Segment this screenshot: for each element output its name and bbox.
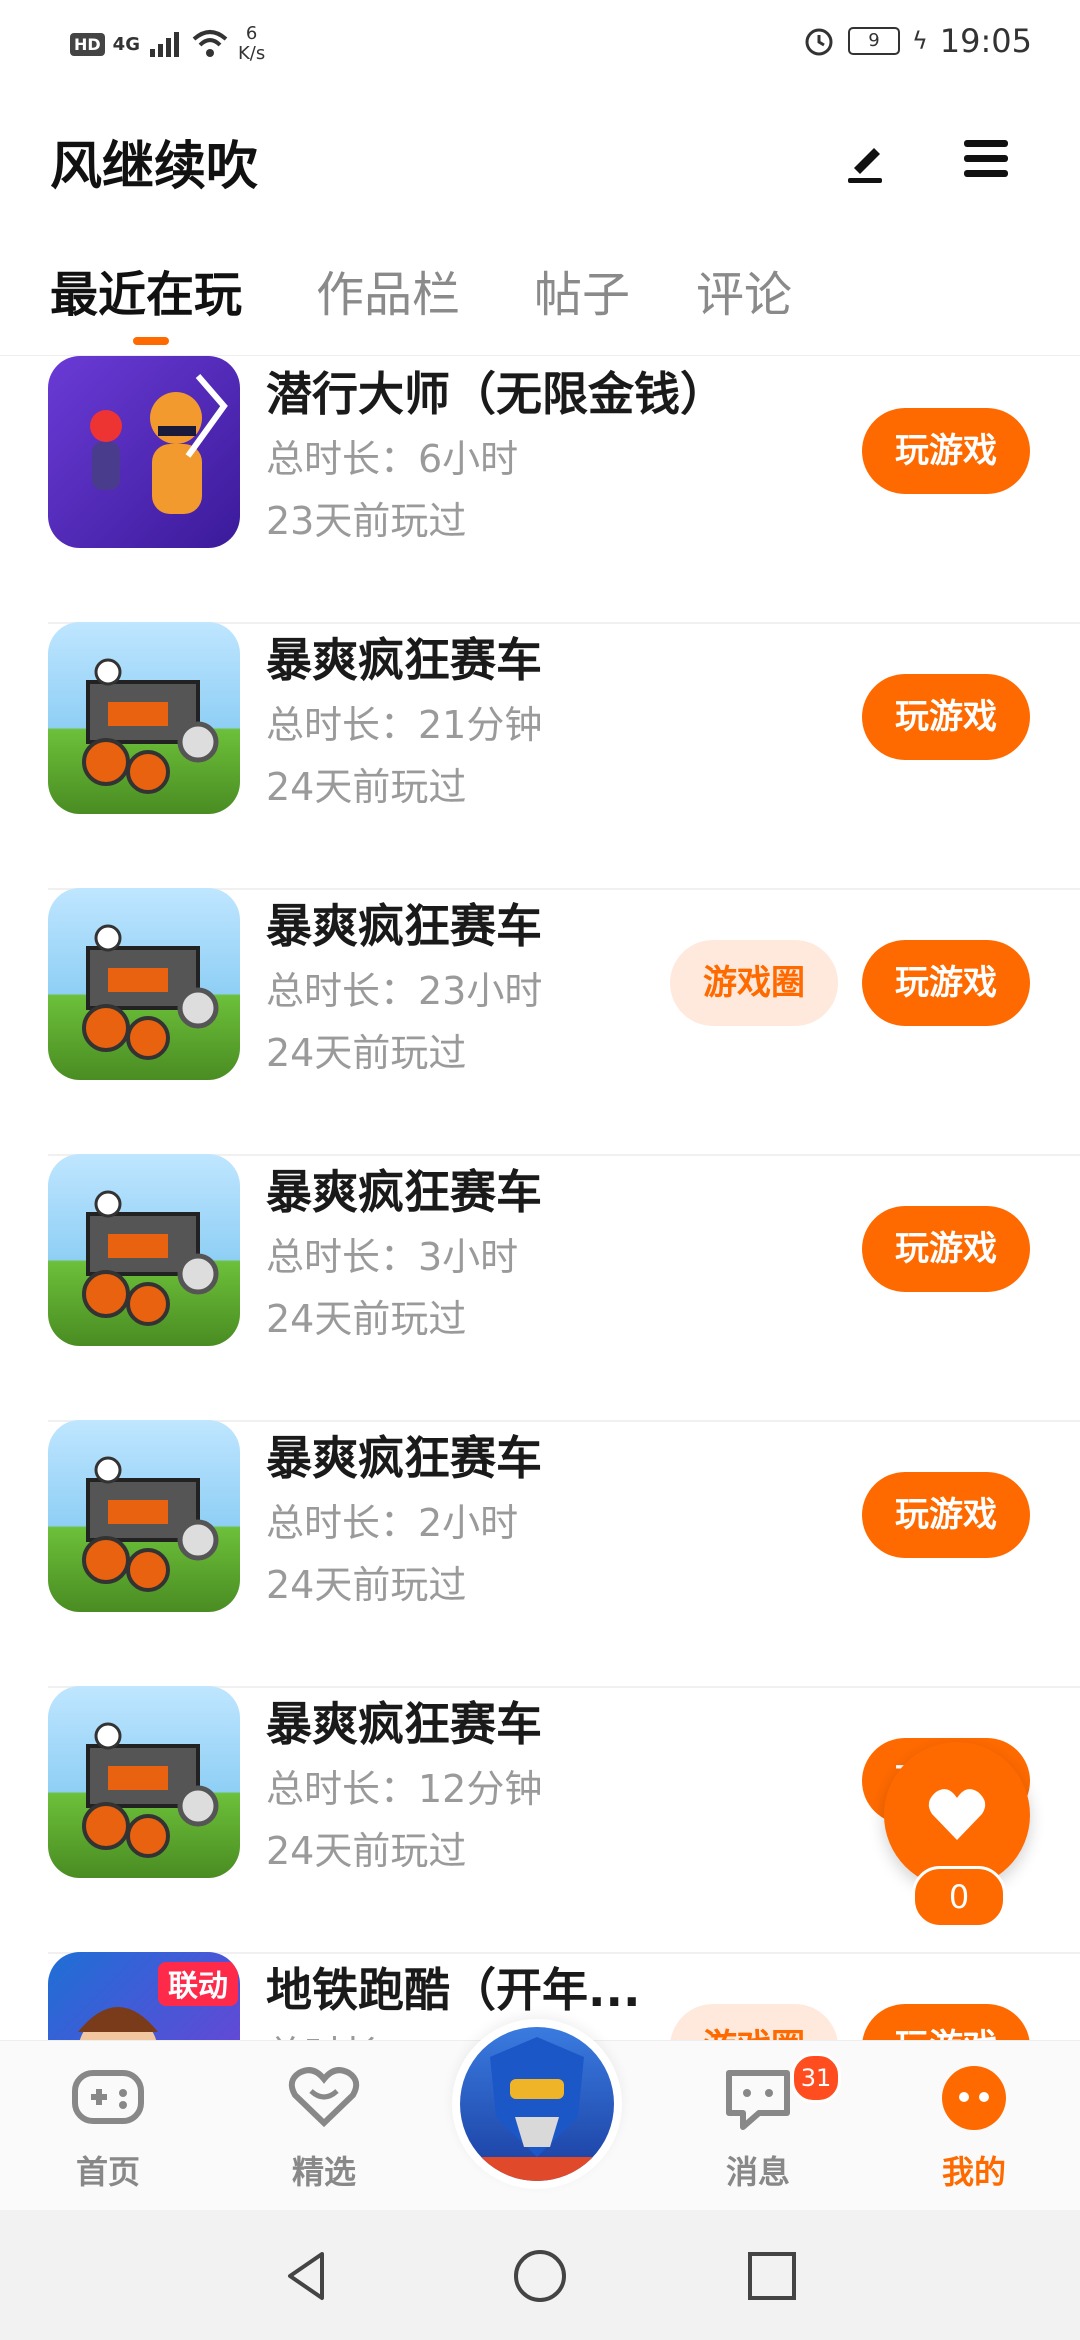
status-right: 9 ϟ 19:05	[802, 22, 1032, 60]
tab-recent[interactable]: 最近在玩	[50, 255, 242, 325]
racing-car-art	[82, 1190, 219, 1326]
game-duration: 总时长：6小时	[266, 437, 519, 481]
alarm-icon	[805, 28, 833, 56]
home-circle-icon[interactable]	[510, 2246, 570, 2306]
signal-icon	[149, 32, 179, 57]
game-thumbnail	[48, 888, 240, 1080]
nav-home[interactable]: 首页	[38, 2059, 178, 2193]
game-duration: 总时长：3小时	[266, 1235, 519, 1279]
tab-works[interactable]: 作品栏	[316, 255, 460, 325]
game-last-played: 24天前玩过	[266, 1031, 467, 1075]
game-last-played: 24天前玩过	[266, 1563, 467, 1607]
nav-messages[interactable]: 31 消息	[688, 2053, 841, 2193]
robot-avatar-art	[480, 2037, 594, 2181]
list-item[interactable]: 暴爽疯狂赛车 总时长：21分钟 24天前玩过 玩游戏	[48, 622, 1080, 890]
status-left: HD 4G 6 K/s	[70, 24, 265, 64]
menu-icon[interactable]	[956, 128, 1016, 188]
game-last-played: 24天前玩过	[266, 1297, 467, 1341]
game-last-played: 24天前玩过	[266, 1829, 467, 1873]
profile-face-icon	[942, 2066, 1006, 2130]
message-badge: 31	[791, 2053, 841, 2103]
game-duration: 总时长：12分钟	[266, 1767, 543, 1811]
racing-car-art	[82, 658, 219, 794]
game-thumbnail	[48, 1686, 240, 1878]
charging-icon: ϟ	[911, 27, 928, 55]
game-duration: 总时长：2小时	[266, 1501, 519, 1545]
thumb-badge: 联动	[168, 1969, 228, 2004]
list-item[interactable]: 潜行大师（无限金钱） 总时长：6小时 23天前玩过 玩游戏	[48, 356, 1080, 624]
play-game-button[interactable]: 玩游戏	[862, 1472, 1030, 1558]
racing-car-art	[82, 924, 219, 1060]
heart-chat-icon	[288, 2067, 360, 2128]
nav-profile[interactable]: 我的	[904, 2059, 1044, 2193]
play-game-button[interactable]: 玩游戏	[862, 940, 1030, 1026]
game-title: 暴爽疯狂赛车	[266, 899, 542, 953]
game-title: 地铁跑酷（开年...	[266, 1963, 641, 2017]
game-circle-button[interactable]: 游戏圈	[670, 2004, 838, 2040]
play-game-button[interactable]: 玩游戏	[862, 674, 1030, 760]
net-speed: 6 K/s	[238, 24, 265, 64]
game-thumbnail	[48, 356, 240, 548]
recents-square-icon[interactable]	[742, 2246, 802, 2306]
back-icon[interactable]	[278, 2246, 338, 2306]
play-game-button[interactable]: 玩游戏	[862, 408, 1030, 494]
ninja-game-art	[90, 374, 228, 514]
game-last-played: 23天前玩过	[266, 499, 467, 543]
game-title: 暴爽疯狂赛车	[266, 1165, 542, 1219]
gamepad-icon	[72, 2070, 144, 2124]
status-bar: HD 4G 6 K/s 9 ϟ 19:05	[0, 0, 1080, 90]
net-speed-unit: K/s	[237, 43, 266, 64]
game-duration: 总时长：21分钟	[266, 703, 543, 747]
nav-label: 消息	[725, 2153, 790, 2191]
game-thumbnail	[48, 1154, 240, 1346]
nav-label: 精选	[291, 2153, 356, 2191]
clock-time: 19:05	[939, 22, 1032, 60]
game-thumbnail	[48, 622, 240, 814]
nav-label: 我的	[941, 2153, 1006, 2191]
game-title: 暴爽疯狂赛车	[266, 633, 542, 687]
play-game-button[interactable]: 玩游戏	[862, 2004, 1030, 2040]
list-item[interactable]: 暴爽疯狂赛车 总时长：2小时 24天前玩过 玩游戏	[48, 1420, 1080, 1688]
game-duration: 总时长	[266, 2024, 380, 2040]
network-type: 4G	[112, 33, 140, 55]
game-circle-button[interactable]: 游戏圈	[670, 940, 838, 1026]
game-thumbnail	[48, 1420, 240, 1612]
hd-indicator: HD	[70, 32, 105, 56]
game-last-played: 24天前玩过	[266, 765, 467, 809]
list-item[interactable]: 暴爽疯狂赛车 总时长：3小时 24天前玩过 玩游戏	[48, 1154, 1080, 1422]
system-navigation-bar	[0, 2210, 1080, 2340]
avatar	[460, 2027, 614, 2181]
game-title: 暴爽疯狂赛车	[266, 1697, 542, 1751]
tab-comments[interactable]: 评论	[696, 255, 792, 325]
list-item[interactable]: 暴爽疯狂赛车 总时长：23小时 24天前玩过 游戏圈 玩游戏	[48, 888, 1080, 1156]
battery-indicator: 9	[847, 27, 900, 55]
racing-car-art	[82, 1456, 219, 1592]
nav-featured[interactable]: 精选	[254, 2059, 394, 2193]
game-thumbnail: 联动	[48, 1952, 240, 2040]
racing-car-art	[82, 1722, 219, 1858]
game-title: 潜行大师（无限金钱）	[266, 367, 726, 421]
page-title: 风继续吹	[50, 137, 259, 197]
game-title: 暴爽疯狂赛车	[266, 1431, 542, 1485]
center-avatar-button[interactable]	[452, 2019, 622, 2189]
tab-indicator	[133, 337, 169, 345]
pen-icon[interactable]	[836, 128, 896, 188]
wifi-icon	[192, 30, 228, 57]
game-duration: 总时长：23小时	[266, 969, 543, 1013]
net-speed-value: 6	[245, 23, 258, 44]
profile-tabs: 最近在玩 作品栏 帖子 评论	[0, 245, 1080, 356]
heart-icon	[928, 1789, 986, 1840]
like-count: 0	[912, 1866, 1006, 1928]
message-icon	[726, 2070, 790, 2130]
play-game-button[interactable]: 玩游戏	[862, 1206, 1030, 1292]
subway-surfers-art: 联动	[78, 1962, 238, 2040]
nav-label: 首页	[75, 2153, 140, 2191]
tab-posts[interactable]: 帖子	[534, 255, 630, 325]
page-header: 风继续吹	[0, 110, 1080, 210]
bottom-navigation: 首页 精选 31 消息 我的	[0, 2019, 1080, 2211]
